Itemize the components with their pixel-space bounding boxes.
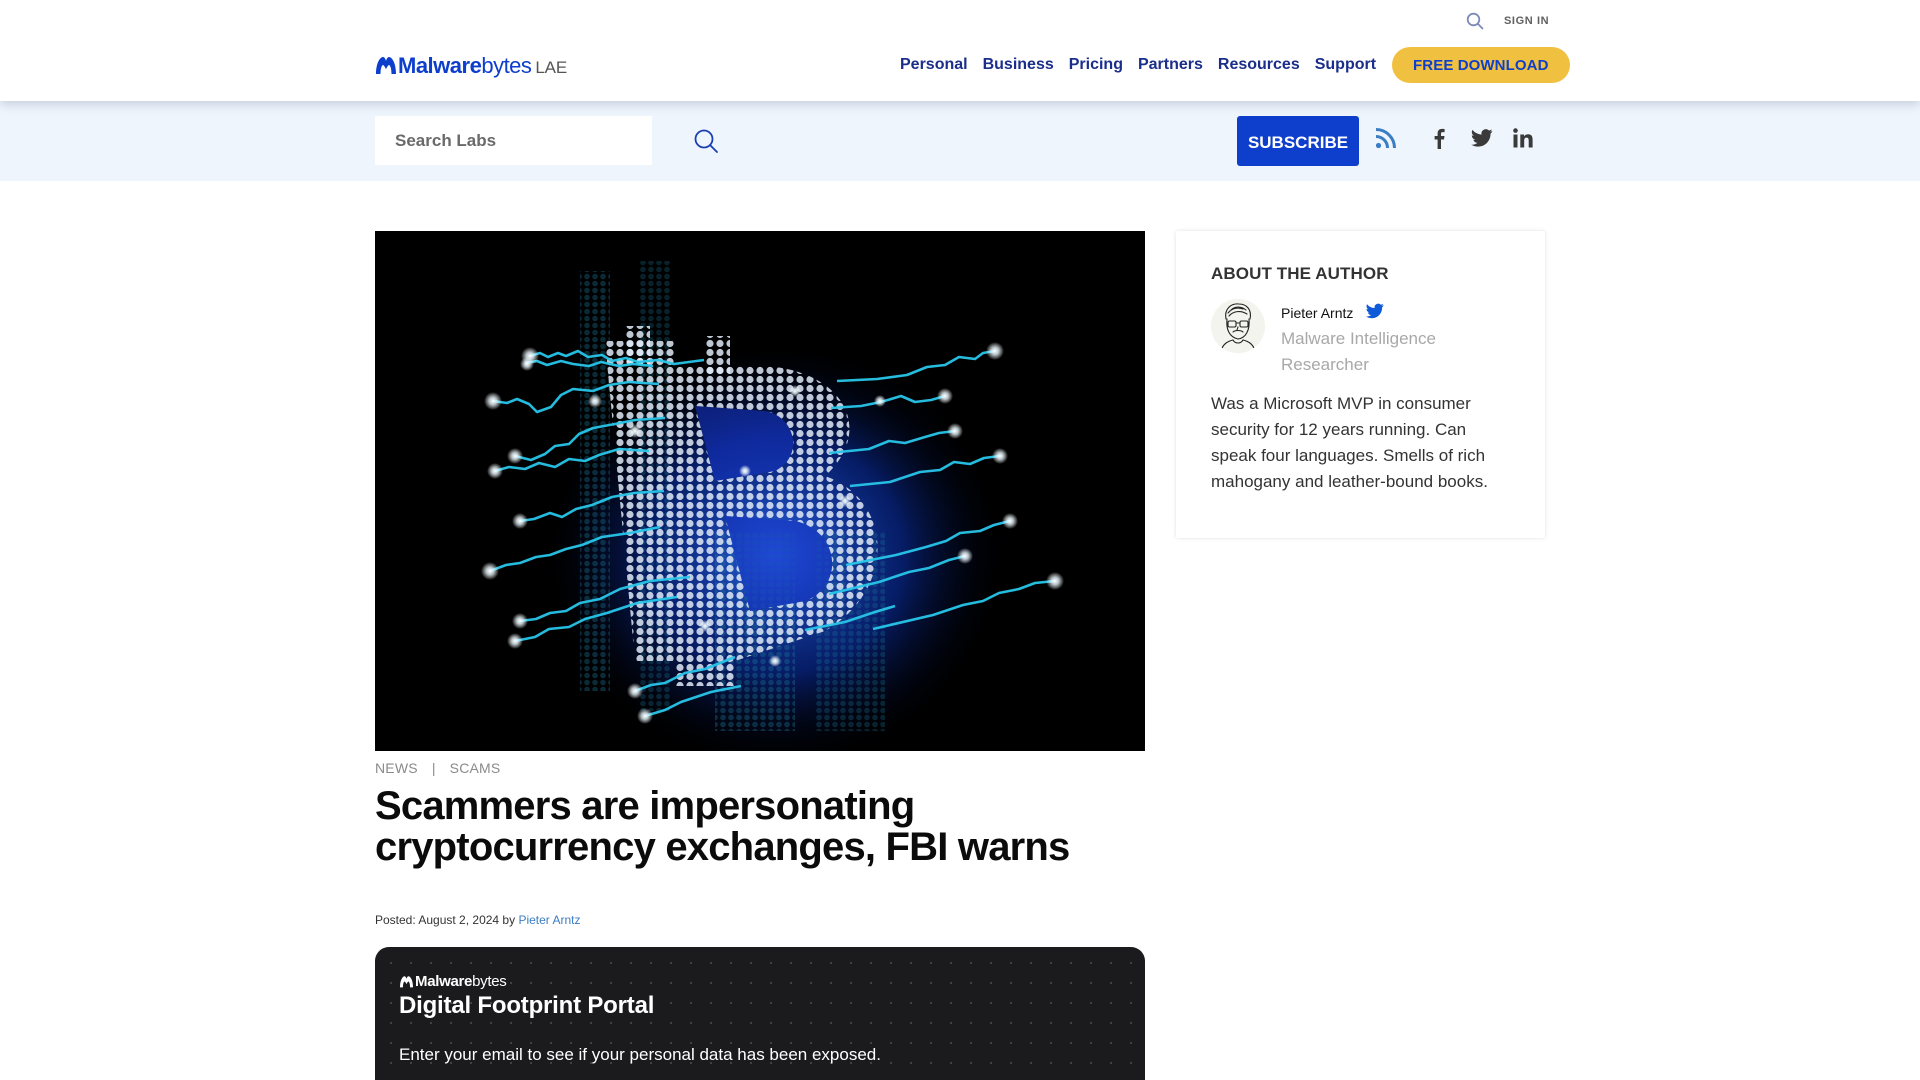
about-author-card: ABOUT THE AUTHOR Pieter Arntz Malware In…	[1176, 231, 1545, 538]
malwarebytes-m-icon	[400, 976, 413, 988]
category-scams-link[interactable]: SCAMS	[450, 760, 501, 776]
article-title: Scammers are impersonating cryptocurrenc…	[375, 784, 1070, 869]
article-byline: Posted: August 2, 2024 by Pieter Arntz	[375, 913, 580, 927]
site-header: SIGN IN Malware bytes LAE Personal Busin…	[0, 0, 1920, 101]
author-name-link[interactable]: Pieter Arntz	[1281, 305, 1353, 321]
search-labs-input[interactable]	[375, 116, 652, 165]
article-hero-image	[375, 231, 1145, 751]
digital-footprint-promo: Malware bytes Digital Footprint Portal E…	[375, 947, 1145, 1080]
rss-icon[interactable]	[1373, 125, 1399, 151]
about-author-heading: ABOUT THE AUTHOR	[1211, 264, 1389, 283]
main-nav: Personal Business Pricing Partners Resou…	[900, 47, 1570, 83]
logo-text-bold: Malware	[398, 53, 482, 78]
subscribe-button[interactable]: SUBSCRIBE	[1237, 116, 1359, 166]
free-download-button[interactable]: FREE DOWNLOAD	[1392, 47, 1570, 83]
author-avatar	[1211, 299, 1265, 353]
search-icon[interactable]	[693, 128, 719, 154]
category-news-link[interactable]: NEWS	[375, 760, 418, 776]
nav-business[interactable]: Business	[983, 56, 1054, 74]
nav-support[interactable]: Support	[1315, 56, 1376, 74]
twitter-icon[interactable]	[1469, 125, 1495, 151]
logo-suffix: LAE	[535, 58, 567, 77]
promo-logo-light: bytes	[472, 973, 507, 990]
category-separator: |	[431, 760, 436, 776]
bitcoin-circuit-illustration	[375, 231, 1145, 751]
utility-nav: SIGN IN	[1466, 12, 1549, 30]
linkedin-icon[interactable]	[1510, 125, 1536, 151]
malwarebytes-labs-logo[interactable]: Malware bytes LAE	[375, 53, 567, 78]
article-categories: NEWS | SCAMS	[375, 760, 500, 776]
promo-title: Digital Footprint Portal	[399, 992, 655, 1019]
nav-pricing[interactable]: Pricing	[1069, 56, 1123, 74]
nav-partners[interactable]: Partners	[1138, 56, 1203, 74]
posted-date: Posted: August 2, 2024 by	[375, 913, 519, 927]
labs-toolbar: SUBSCRIBE	[0, 101, 1920, 181]
malwarebytes-m-icon	[376, 57, 396, 74]
promo-logo-bold: Malware	[415, 973, 473, 990]
promo-malwarebytes-logo: Malware bytes	[399, 973, 507, 990]
logo-text-light: bytes	[481, 53, 532, 78]
author-twitter-icon[interactable]	[1366, 303, 1384, 319]
author-link[interactable]: Pieter Arntz	[518, 913, 580, 927]
facebook-icon[interactable]	[1426, 125, 1452, 151]
sign-in-link[interactable]: SIGN IN	[1504, 15, 1549, 27]
nav-personal[interactable]: Personal	[900, 56, 968, 74]
author-role: Malware Intelligence Researcher	[1281, 329, 1436, 374]
author-bio: Was a Microsoft MVP in consumer security…	[1211, 394, 1488, 491]
header-search-icon[interactable]	[1466, 12, 1484, 30]
nav-resources[interactable]: Resources	[1218, 56, 1300, 74]
promo-description: Enter your email to see if your personal…	[399, 1045, 881, 1064]
